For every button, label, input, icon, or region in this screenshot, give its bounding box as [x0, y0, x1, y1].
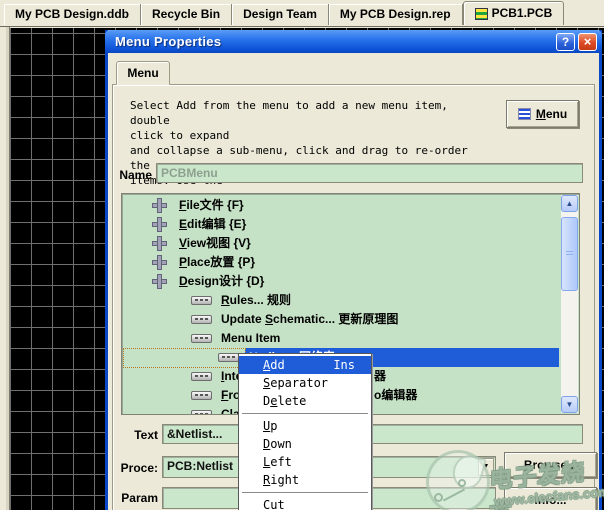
menu-button-label: Menu — [536, 107, 567, 121]
help-button[interactable]: ? — [556, 33, 575, 51]
name-field[interactable]: PCBMenu — [156, 163, 583, 183]
tree-item-label: Update Schematic... 更新原理图 — [123, 310, 563, 329]
tree-item-label: Place放置 {P} — [123, 253, 563, 272]
tree-item[interactable]: Edit编辑 {E} — [123, 215, 563, 234]
tab-label: Design Team — [243, 7, 317, 21]
tree-item-label: File文件 {F} — [123, 196, 563, 215]
document-tab[interactable]: My PCB Design.rep — [329, 4, 463, 25]
close-icon[interactable]: × — [578, 33, 597, 51]
tree-item-label: Design设计 {D} — [123, 272, 563, 291]
tree-item-label-fragment: o编辑器 — [374, 386, 417, 405]
tree-item[interactable]: File文件 {F} — [123, 196, 563, 215]
dialog-title: Menu Properties — [115, 34, 553, 49]
document-tab[interactable]: Design Team — [232, 4, 329, 25]
context-menu-item[interactable]: Separator — [239, 374, 371, 392]
context-menu-item[interactable]: Cut — [239, 496, 371, 510]
info-button[interactable]: Info... — [504, 487, 597, 510]
scroll-up-icon[interactable]: ▲ — [561, 195, 578, 212]
context-menu-item[interactable]: Delete — [239, 392, 371, 410]
browse-button[interactable]: Browse... — [504, 452, 597, 478]
process-label: Proce: — [108, 461, 158, 475]
context-menu: AddInsSeparatorDelete UpDownLeftRight Cut — [238, 353, 372, 510]
tree-item[interactable]: Rules... 规则 — [123, 291, 563, 310]
menu-button[interactable]: Menu — [506, 100, 579, 128]
tree-item-label: Menu Item — [123, 329, 563, 348]
scroll-down-icon[interactable]: ▼ — [561, 396, 578, 413]
window-edge — [0, 27, 10, 510]
document-tab[interactable]: Recycle Bin — [141, 4, 232, 25]
context-menu-item[interactable]: Right — [239, 471, 371, 489]
tab-label: PCB1.PCB — [492, 2, 553, 25]
pcb-file-icon — [475, 8, 488, 20]
tree-item-label: Rules... 规则 — [123, 291, 563, 310]
text-field[interactable]: &Netlist... — [162, 424, 583, 444]
process-value: PCB:Netlist — [167, 459, 233, 473]
context-menu-item[interactable]: AddIns — [239, 356, 371, 374]
instruction-line: Select Add from the menu to add a new me… — [130, 98, 490, 128]
tree-scrollbar[interactable]: ▲ ▼ — [561, 195, 578, 413]
dialog-titlebar[interactable]: Menu Properties ? × — [105, 30, 602, 53]
tree-item[interactable]: Menu Item — [123, 329, 563, 348]
tree-item[interactable]: View视图 {V} — [123, 234, 563, 253]
tree-item-label: Edit编辑 {E} — [123, 215, 563, 234]
menu-shortcut: Ins — [333, 356, 355, 374]
name-label: Name — [112, 168, 152, 182]
menu-separator — [242, 413, 368, 414]
instruction-line: click to expand — [130, 128, 490, 143]
screen: My PCB Design.ddb Recycle Bin Design Team M… — [0, 0, 604, 510]
tab-label: Recycle Bin — [152, 7, 220, 21]
document-tab[interactable]: My PCB Design.ddb — [4, 4, 141, 25]
text-label: Text — [108, 428, 158, 442]
tree-item-label-fragment: 器 — [374, 367, 386, 386]
tab-label: My PCB Design.ddb — [15, 7, 129, 21]
tree-item[interactable]: Design设计 {D} — [123, 272, 563, 291]
context-menu-item[interactable]: Left — [239, 453, 371, 471]
context-menu-item[interactable]: Down — [239, 435, 371, 453]
context-menu-item[interactable]: Up — [239, 417, 371, 435]
tree-item[interactable]: Update Schematic... 更新原理图 — [123, 310, 563, 329]
chevron-down-icon[interactable]: ▼ — [478, 458, 494, 476]
tree-item-label: View视图 {V} — [123, 234, 563, 253]
menu-separator — [242, 492, 368, 493]
param-label: Param — [108, 491, 158, 505]
document-tab[interactable]: PCB1.PCB — [463, 1, 565, 25]
document-tab-bar: My PCB Design.ddb Recycle Bin Design Team M… — [0, 0, 604, 27]
tab-label: My PCB Design.rep — [340, 7, 451, 21]
menu-list-icon — [518, 108, 531, 120]
tree-item[interactable]: Place放置 {P} — [123, 253, 563, 272]
tab-menu[interactable]: Menu — [116, 61, 170, 85]
scroll-thumb[interactable] — [561, 217, 578, 291]
